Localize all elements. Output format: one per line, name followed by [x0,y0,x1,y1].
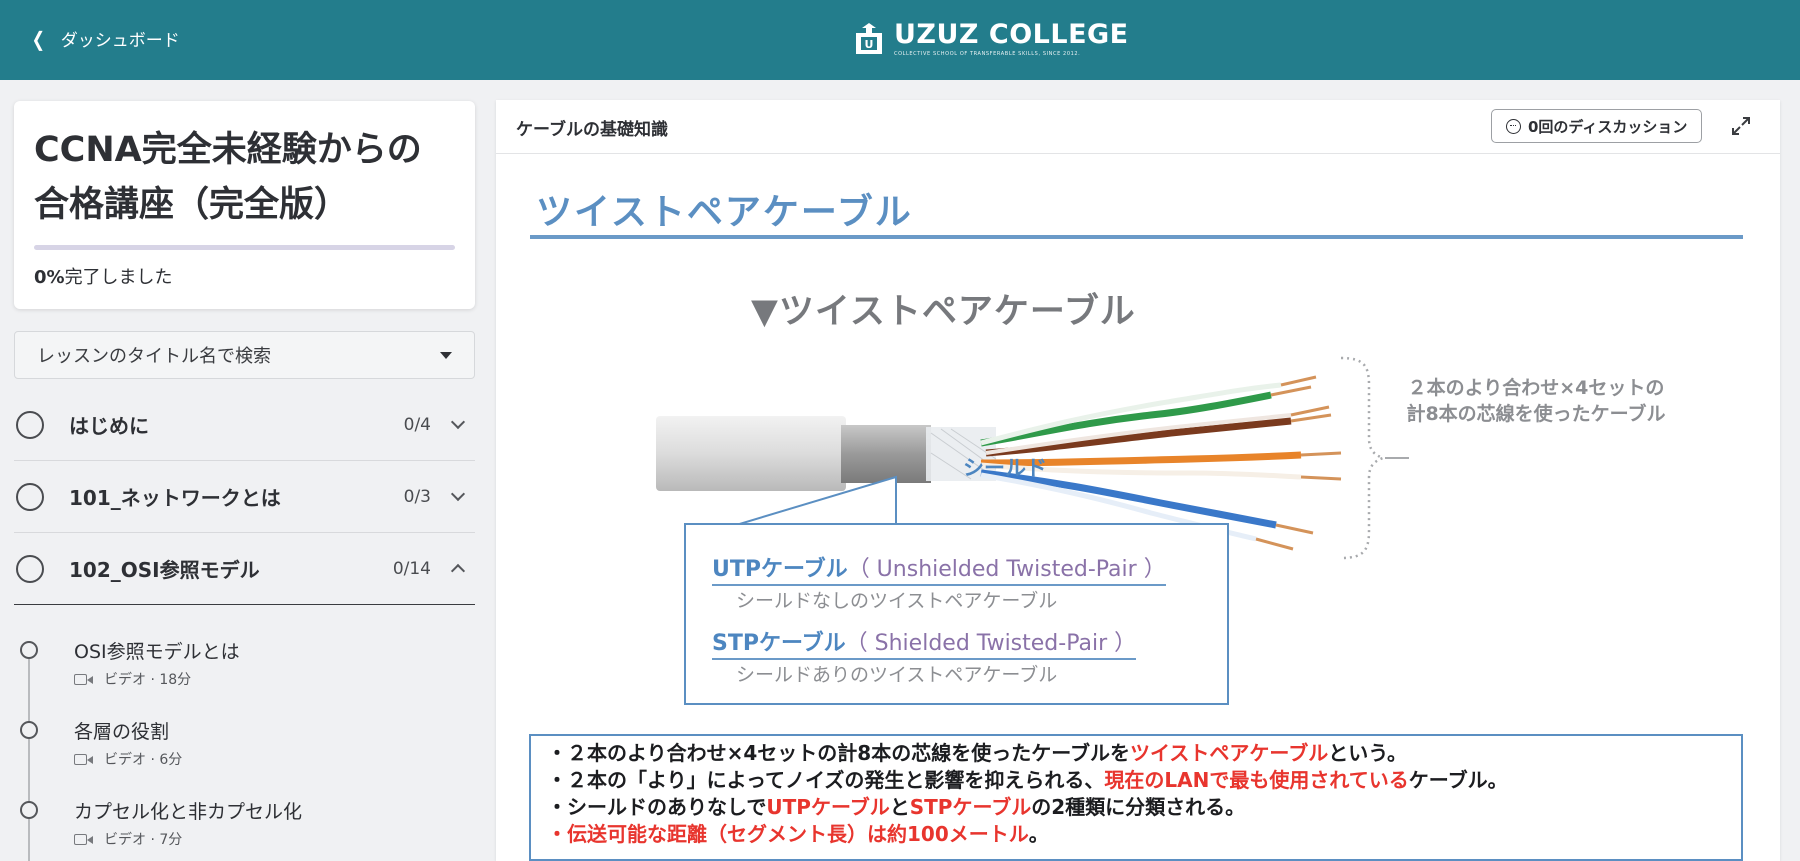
bullet-text: という。 [1328,741,1408,765]
lesson-slide: ツイストペアケーブル ▼ツイストペアケーブル シールド ２本のより合わせ×4セッ… [496,155,1780,861]
section-hajimeni[interactable]: はじめに 0/4 [14,389,475,461]
summary-bullet-4: ・伝送可能な距離（セグメント長）は約100メートル。 [547,821,1725,848]
bullet-text: ケーブル。 [1408,768,1508,792]
bullet-highlight: STPケーブル [909,795,1032,819]
chevron-down-icon [450,486,466,502]
school-building-icon: U [856,23,882,54]
discussion-label: 0回のディスカッション [1528,117,1688,136]
progress-text: 0%完了しました [34,263,173,289]
lesson-meta: ビデオ · 7分 [74,829,182,849]
lesson-item[interactable]: カプセル化と非カプセル化 ビデオ · 7分 [14,789,475,861]
lesson-item[interactable]: 各層の役割 ビデオ · 6分 [14,709,475,789]
lesson-meta-text: ビデオ · 6分 [104,752,183,768]
utp-heading: UTPケーブル（ Unshielded Twisted-Pair ） [712,551,1166,586]
section-title: 101_ネットワークとは [69,486,281,510]
video-camera-icon [74,673,94,686]
stp-description: シールドありのツイストペアケーブル [736,664,1058,686]
lesson-title: カプセル化と非カプセル化 [74,801,303,823]
progress-value: 0% [34,267,65,288]
section-101-network[interactable]: 101_ネットワークとは 0/3 [14,461,475,533]
section-status-circle-icon [16,482,44,511]
top-bar: ❮ ダッシュボード U UZUZ COLLEGE COLLECTIVE SCHO… [0,0,1800,80]
lesson-status-dot-icon [20,721,38,739]
wire-count-note-line1: ２本のより合わせ×4セットの [1407,377,1665,399]
stp-paren: （ Shielded Twisted-Pair ） [845,631,1137,656]
course-progress-bar [34,245,455,250]
logo[interactable]: U UZUZ COLLEGE COLLECTIVE SCHOOL OF TRAN… [854,20,1129,57]
course-title: CCNA完全未経験からの合格講座（完全版） [34,130,422,225]
lesson-content-panel: ケーブルの基礎知識 0回のディスカッション ツイストペアケーブル ▼ツイストペア… [496,100,1780,861]
slide-title-rule [530,235,1743,239]
summary-bullet-1: ・２本のより合わせ×4セットの計8本の芯線を使ったケーブルをツイストペアケーブル… [547,740,1725,767]
utp-key: UTPケーブル [712,557,848,582]
section-title: はじめに [69,414,149,438]
back-label: ダッシュボード [60,31,180,51]
lesson-search-placeholder: レッスンのタイトル名で検索 [37,346,271,367]
stp-key: STPケーブル [712,631,846,656]
lesson-name: ケーブルの基礎知識 [516,120,668,140]
section-102-osi[interactable]: 102_OSI参照モデル 0/14 [14,533,475,605]
discussion-button[interactable]: 0回のディスカッション [1491,109,1703,143]
chevron-down-icon [450,414,466,430]
progress-suffix: 完了しました [64,267,173,288]
section-title: 102_OSI参照モデル [69,558,260,582]
bullet-highlight: 現在のLANで最も使用されている [1104,768,1409,792]
chat-bubble-icon [1506,118,1521,134]
bullet-text: の2種類に分類される。 [1031,795,1246,819]
expand-icon[interactable] [1730,115,1752,137]
bullet-highlight: 伝送可能な距離（セグメント長）は約100メートル [567,822,1029,846]
section-status-circle-icon [16,410,44,439]
lesson-meta-text: ビデオ · 7分 [104,832,183,848]
video-camera-icon [74,753,94,766]
wire-count-note: ２本のより合わせ×4セットの 計8本の芯線を使ったケーブル [1386,375,1686,427]
lesson-meta: ビデオ · 6分 [74,749,182,769]
utp-paren: （ Unshielded Twisted-Pair ） [847,557,1166,582]
section-count: 0/4 [403,414,431,435]
video-camera-icon [74,833,94,846]
lesson-search-select[interactable]: レッスンのタイトル名で検索 [14,331,475,379]
back-to-dashboard-link[interactable]: ❮ ダッシュボード [30,26,180,52]
logo-title: UZUZ COLLEGE [894,19,1129,50]
callout-pointer [736,475,897,527]
lesson-status-dot-icon [20,641,38,659]
lesson-title: OSI参照モデルとは [74,641,240,663]
lesson-item[interactable]: OSI参照モデルとは ビデオ · 18分 [14,629,475,709]
bullet-text: と [889,795,910,819]
lesson-meta: ビデオ · 18分 [74,669,191,689]
bullet-text: 。 [1028,822,1049,846]
lesson-status-dot-icon [20,801,38,819]
bullet-text: ・２本の「より」によってノイズの発生と影響を抑えられる、 [547,768,1105,792]
section-count: 0/14 [392,558,431,579]
bullet-highlight: ツイストペアケーブル [1130,741,1329,765]
bullet-text: ・シールドのありなしで [547,795,767,819]
bullet-text: ・ [547,822,567,846]
lesson-meta-text: ビデオ · 18分 [104,672,192,688]
chevron-left-icon: ❮ [31,26,46,51]
section-count: 0/3 [403,486,431,507]
summary-bullet-2: ・２本の「より」によってノイズの発生と影響を抑えられる、現在のLANで最も使用さ… [547,767,1725,794]
chevron-up-icon [450,563,466,579]
bullet-text: ・２本のより合わせ×4セットの計8本の芯線を使ったケーブルを [547,741,1130,765]
course-card: CCNA完全未経験からの合格講座（完全版） 0%完了しました [14,101,475,309]
bullet-highlight: UTPケーブル [766,795,890,819]
utp-description: シールドなしのツイストペアケーブル [736,590,1058,612]
svg-text:U: U [865,38,874,51]
stp-heading: STPケーブル（ Shielded Twisted-Pair ） [712,625,1137,660]
wire-count-note-line2: 計8本の芯線を使ったケーブル [1406,403,1666,425]
lesson-title: 各層の役割 [74,721,170,743]
summary-box: ・２本のより合わせ×4セットの計8本の芯線を使ったケーブルをツイストペアケーブル… [529,734,1743,861]
caret-down-icon [440,351,452,359]
cable-types-callout: UTPケーブル（ Unshielded Twisted-Pair ） シールドな… [684,523,1229,705]
slide-title: ツイストペアケーブル [536,192,913,233]
lesson-header: ケーブルの基礎知識 0回のディスカッション [496,100,1780,154]
section-status-circle-icon [16,554,44,583]
summary-bullet-3: ・シールドのありなしでUTPケーブルとSTPケーブルの2種類に分類される。 [547,794,1725,821]
shield-label: シールド [963,456,1047,480]
logo-tagline: COLLECTIVE SCHOOL OF TRANSFERABLE SKILLS… [894,51,1081,57]
